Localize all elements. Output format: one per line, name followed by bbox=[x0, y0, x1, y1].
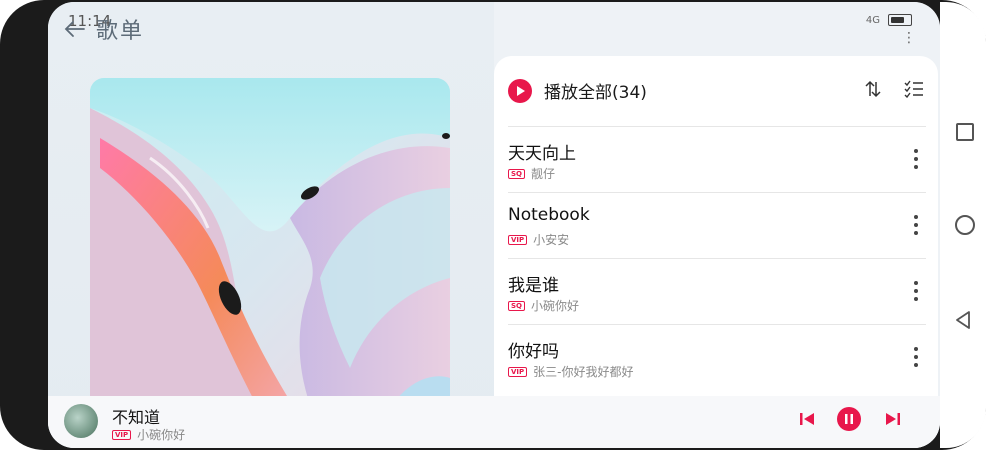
system-nav-bar bbox=[940, 2, 986, 448]
song-meta: VIP 小安安 bbox=[508, 231, 569, 248]
page-title: 歌单 bbox=[96, 19, 145, 44]
mini-player[interactable]: 不知道 VIP 小碗你好 bbox=[48, 396, 940, 448]
more-vert-icon[interactable] bbox=[914, 149, 918, 173]
song-row[interactable]: 你好吗 VIP 张三-你好我好都好 bbox=[508, 324, 926, 391]
song-title: 你好吗 bbox=[508, 342, 559, 362]
next-icon[interactable] bbox=[884, 410, 902, 428]
song-list-card: 播放全部(34) 天天向上 SQ 靓仔 Notebook VIP 小安安 我是谁… bbox=[494, 56, 938, 448]
song-title: 天天向上 bbox=[508, 144, 576, 164]
song-artist: 小安安 bbox=[533, 233, 570, 247]
now-playing-title: 不知道 bbox=[112, 408, 161, 427]
list-tools bbox=[864, 80, 924, 98]
quality-badge: VIP bbox=[112, 429, 132, 440]
back-arrow-icon[interactable] bbox=[64, 18, 86, 40]
now-playing-meta: VIP 小碗你好 bbox=[112, 426, 185, 443]
network-label: 4G bbox=[865, 14, 880, 26]
multi-select-icon[interactable] bbox=[904, 80, 924, 98]
quality-badge: SQ bbox=[508, 168, 525, 179]
battery-icon bbox=[888, 14, 912, 26]
song-title: Notebook bbox=[508, 205, 590, 225]
song-row[interactable]: 我是谁 SQ 小碗你好 bbox=[508, 258, 926, 325]
more-vert-icon[interactable]: ⋮ bbox=[902, 30, 916, 46]
song-artist: 小碗你好 bbox=[531, 299, 580, 313]
sort-icon[interactable] bbox=[864, 80, 882, 98]
play-icon bbox=[508, 78, 532, 103]
recents-button[interactable] bbox=[956, 123, 974, 141]
play-all-label: 播放全部(34) bbox=[544, 83, 647, 103]
quality-badge: VIP bbox=[508, 234, 528, 245]
previous-icon[interactable] bbox=[798, 410, 816, 428]
playlist-cover-pane: 11:14 歌单 bbox=[48, 2, 494, 448]
app-screen: 11:14 歌单 4G ⋮ 播放全部(34) 天天向上 SQ 靓仔 Notebo… bbox=[48, 2, 940, 448]
status-bar-icons: 4G bbox=[866, 14, 912, 26]
playlist-cover-image bbox=[90, 78, 450, 448]
now-playing-cover[interactable] bbox=[64, 404, 98, 438]
header: 歌单 bbox=[64, 14, 144, 44]
song-row[interactable]: Notebook VIP 小安安 bbox=[508, 192, 926, 259]
song-meta: SQ 靓仔 bbox=[508, 165, 555, 182]
phone-device: 11:14 歌单 4G ⋮ 播放全部(34) 天天向上 SQ 靓仔 Notebo… bbox=[0, 0, 992, 452]
song-row[interactable]: 天天向上 SQ 靓仔 bbox=[508, 126, 926, 193]
quality-badge: SQ bbox=[508, 300, 525, 311]
quality-badge: VIP bbox=[508, 366, 528, 377]
play-all-button[interactable]: 播放全部(34) bbox=[508, 78, 647, 103]
song-artist: 张三-你好我好都好 bbox=[533, 365, 634, 379]
pause-icon[interactable] bbox=[836, 406, 862, 432]
nav-back-icon[interactable] bbox=[954, 310, 972, 330]
song-meta: SQ 小碗你好 bbox=[508, 297, 579, 314]
song-meta: VIP 张三-你好我好都好 bbox=[508, 363, 634, 380]
more-vert-icon[interactable] bbox=[914, 281, 918, 305]
now-playing-artist: 小碗你好 bbox=[137, 428, 186, 442]
song-list-pane: 4G ⋮ 播放全部(34) 天天向上 SQ 靓仔 Notebook VIP 小安… bbox=[494, 2, 940, 448]
more-vert-icon[interactable] bbox=[914, 347, 918, 371]
more-vert-icon[interactable] bbox=[914, 215, 918, 239]
song-artist: 靓仔 bbox=[531, 167, 556, 181]
home-button[interactable] bbox=[955, 215, 975, 235]
song-title: 我是谁 bbox=[508, 276, 559, 296]
